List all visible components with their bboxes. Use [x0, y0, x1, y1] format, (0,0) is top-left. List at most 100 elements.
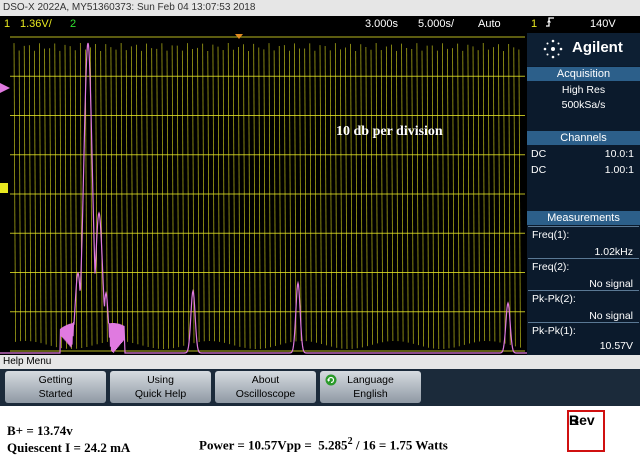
- ch1-sample-stroke: [447, 48, 450, 349]
- delay-readout[interactable]: 3.000s: [365, 16, 398, 33]
- measurement-value: No signal: [589, 310, 633, 322]
- ch1-sample-stroke: [34, 50, 37, 343]
- measurement-value: 10.57V: [599, 340, 633, 352]
- ch1-sample-stroke: [508, 43, 511, 346]
- ch1-sample-stroke: [258, 47, 261, 349]
- ch1-sample-stroke: [197, 47, 200, 343]
- ch1-sample-stroke: [171, 45, 174, 349]
- ch1-sample-stroke: [59, 50, 62, 349]
- ch1-sample-stroke: [248, 50, 251, 349]
- ch1-sample-stroke: [345, 47, 348, 349]
- measurement-pkpk-1[interactable]: Pk-Pk(1): 10.57V: [528, 322, 639, 355]
- ch1-sample-stroke: [426, 45, 429, 348]
- ch1-sample-stroke: [487, 49, 491, 342]
- quiescent-note: Quiescent I = 24.2 mA: [7, 440, 131, 455]
- ch1-sample-stroke: [375, 43, 378, 344]
- ch1-sample-stroke: [13, 43, 16, 342]
- ch1-sample-stroke: [100, 50, 103, 343]
- ch1-sample-stroke: [309, 43, 312, 342]
- softkey-line2: Started: [38, 388, 73, 400]
- ch1-sample-stroke: [79, 43, 83, 349]
- window-title: DSO-X 2022A, MY51360373: Sun Feb 04 13:0…: [3, 2, 256, 13]
- ch1-sample-stroke: [156, 48, 159, 349]
- ch1-sample-stroke: [350, 43, 353, 349]
- ch1-sample-stroke: [334, 43, 338, 348]
- help-menu-label: Help Menu: [0, 355, 640, 369]
- about-oscilloscope-button[interactable]: About Oscilloscope: [215, 371, 316, 403]
- brand-logo: Agilent: [527, 33, 640, 66]
- ch1-sample-stroke: [207, 50, 210, 342]
- ch1-sample-stroke: [166, 50, 169, 349]
- getting-started-button[interactable]: Getting Started: [5, 371, 106, 403]
- ch1-sample-stroke: [161, 43, 164, 350]
- ch2-number[interactable]: 2: [70, 16, 76, 33]
- ch1-sample-stroke: [355, 50, 358, 349]
- handwritten-annotations: B+ = 13.74v Quiescent I = 24.2 mA Power …: [0, 406, 640, 469]
- ch1-sample-stroke: [314, 50, 317, 343]
- acquisition-mode: High Res: [561, 84, 606, 96]
- ch1-sample-stroke: [146, 43, 149, 347]
- language-button[interactable]: Language English: [320, 371, 421, 403]
- ch1-sample-stroke: [181, 50, 185, 346]
- ch1-sample-stroke: [222, 50, 225, 343]
- ch1-sample-stroke: [396, 50, 399, 342]
- ch1-sample-stroke: [130, 46, 134, 343]
- ch2-coupling: DC: [531, 164, 547, 176]
- ch1-sample-stroke: [253, 43, 256, 349]
- ch1-sample-stroke: [115, 49, 118, 342]
- ch1-sample-stroke: [289, 50, 292, 343]
- power-result: / 16 = 1.75 Watts: [352, 437, 448, 453]
- ch1-scale[interactable]: 1.36V/: [20, 16, 52, 33]
- ch1-sample-stroke: [294, 43, 297, 342]
- ch1-sample-stroke: [477, 50, 480, 342]
- quick-help-button[interactable]: Using Quick Help: [110, 371, 211, 403]
- ch1-sample-stroke: [452, 48, 455, 348]
- measurement-label: Pk-Pk(2):: [532, 293, 576, 305]
- ch1-number[interactable]: 1: [4, 16, 10, 33]
- status-bar: 1 1.36V/ 2 3.000s 5.000s/ Auto 1 140V: [0, 16, 640, 33]
- ch1-sample-stroke: [54, 43, 57, 348]
- ch1-sample-stroke: [324, 46, 327, 346]
- waveform-display[interactable]: 10 db per division: [0, 33, 527, 355]
- ch1-sample-stroke: [360, 44, 363, 348]
- title-bar: DSO-X 2022A, MY51360373: Sun Feb 04 13:0…: [0, 0, 640, 16]
- ch1-sample-stroke: [482, 43, 486, 342]
- ch1-sample-stroke: [125, 50, 129, 342]
- power-text: Power = 10.57Vpp = 5.285: [199, 437, 348, 453]
- timebase-readout[interactable]: 5.000s/: [418, 16, 454, 33]
- measurements-header[interactable]: Measurements: [527, 211, 640, 225]
- brand-name: Agilent: [572, 39, 623, 56]
- rising-edge-icon: [545, 16, 555, 34]
- softkey-line2: Oscilloscope: [235, 388, 296, 400]
- ch1-sample-stroke: [329, 50, 333, 347]
- ch2-probe-ratio: 1.00:1: [604, 164, 634, 176]
- ch1-sample-stroke: [141, 50, 144, 346]
- ch1-sample-stroke: [243, 44, 246, 348]
- ch1-sample-stroke: [365, 46, 368, 347]
- softkey-bar: Getting Started Using Quick Help About O…: [0, 369, 640, 406]
- ch1-sample-stroke: [462, 50, 465, 345]
- ch1-sample-stroke: [18, 50, 21, 342]
- ch1-sample-stroke: [64, 44, 67, 349]
- rotate-knob-icon: [325, 374, 337, 390]
- softkey-line1: About: [251, 374, 280, 386]
- trigger-channel[interactable]: 1: [531, 16, 537, 33]
- ch1-sample-stroke: [232, 49, 236, 346]
- ch1-sample-stroke: [406, 47, 409, 343]
- ch1-sample-stroke: [503, 50, 506, 344]
- ch1-sample-stroke: [513, 47, 516, 347]
- trigger-mode[interactable]: Auto: [478, 16, 501, 33]
- trigger-level[interactable]: 140V: [590, 16, 616, 33]
- waveform-canvas: [0, 34, 527, 354]
- ch1-sample-stroke: [304, 48, 307, 342]
- ch1-sample-stroke: [120, 43, 123, 342]
- ch1-sample-stroke: [263, 49, 266, 349]
- ch1-sample-stroke: [136, 44, 139, 345]
- measurement-value: No signal: [589, 278, 633, 290]
- overlay-note: 10 db per division: [336, 124, 443, 139]
- ch1-sample-stroke: [442, 43, 445, 349]
- ch1-sample-stroke: [238, 46, 241, 347]
- channels-header[interactable]: Channels: [527, 131, 640, 145]
- acquisition-header[interactable]: Acquisition: [527, 67, 640, 81]
- ch1-sample-stroke: [431, 45, 435, 349]
